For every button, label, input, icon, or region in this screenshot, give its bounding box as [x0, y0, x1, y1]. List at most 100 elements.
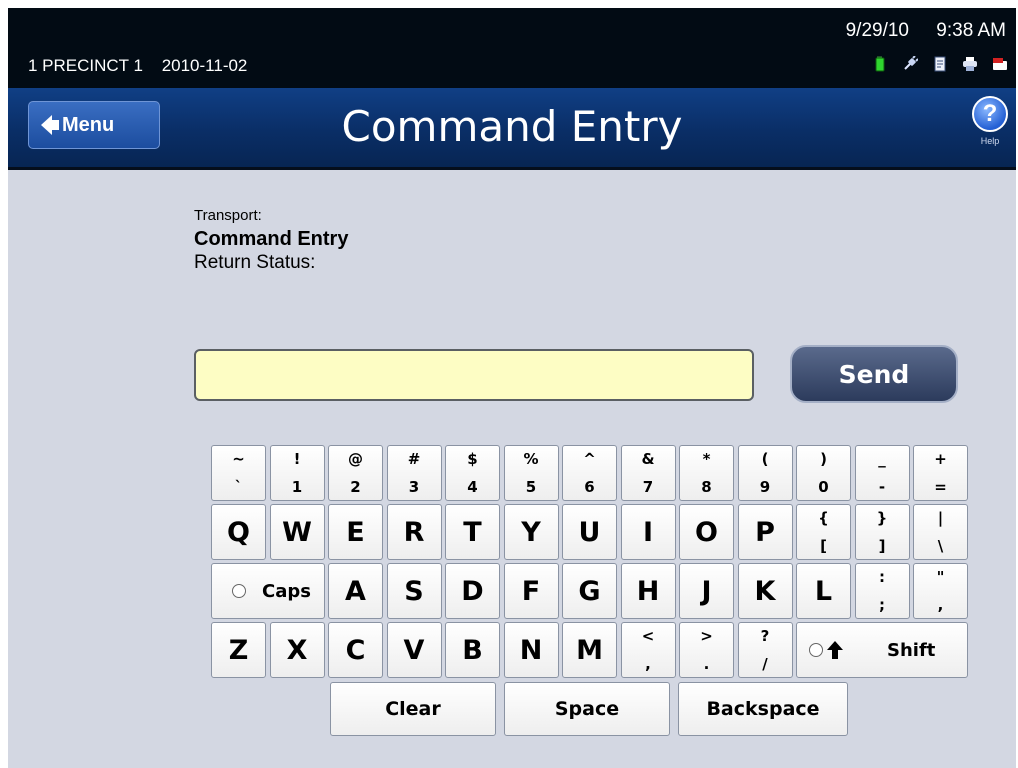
- key-d[interactable]: D: [445, 563, 500, 619]
- key-keyboard-row1-4[interactable]: $4: [445, 445, 500, 501]
- key-base-symbol: ]: [878, 537, 886, 555]
- key-base-symbol: 0: [818, 478, 829, 496]
- key-label: I: [642, 516, 654, 548]
- key-keyboard-row1-5[interactable]: % 5: [503, 445, 559, 501]
- key-keyboard-row1-9[interactable]: (9: [737, 445, 793, 501]
- key-v[interactable]: V: [386, 622, 442, 678]
- key-j[interactable]: J: [679, 563, 734, 619]
- space-label: Space: [554, 698, 620, 720]
- key-b[interactable]: B: [445, 622, 500, 678]
- key-keyboard-row2_dual-0[interactable]: {[: [796, 504, 851, 560]
- key-label: P: [755, 516, 775, 548]
- key-shift-symbol: &: [641, 450, 655, 468]
- election-date: 2010-11-02: [161, 56, 248, 75]
- key-g[interactable]: G: [562, 563, 617, 619]
- key-keyboard-row1-12[interactable]: + =: [913, 445, 968, 501]
- key-label: Q: [227, 516, 250, 548]
- key-label: A: [345, 575, 366, 607]
- key-keyboard-row1-0[interactable]: ~ `: [211, 445, 266, 501]
- current-time: 9:38 AM: [936, 20, 1006, 41]
- key-base-symbol: 3: [408, 478, 420, 496]
- clear-label: Clear: [385, 698, 441, 720]
- caps-lock-key[interactable]: Caps: [211, 563, 325, 619]
- key-o[interactable]: O: [679, 504, 734, 560]
- precinct-info: 1 PRECINCT 1 2010-11-02: [28, 56, 247, 76]
- key-u[interactable]: U: [562, 504, 617, 560]
- key-keyboard-row1-3[interactable]: #3: [386, 445, 442, 501]
- key-shift-symbol: :: [879, 568, 885, 586]
- key-keyboard-row4_dual-2[interactable]: ? /: [737, 622, 793, 678]
- key-l[interactable]: L: [796, 563, 851, 619]
- key-keyboard-row4_dual-0[interactable]: <,: [620, 622, 676, 678]
- key-shift-symbol: %: [523, 450, 539, 468]
- key-label: B: [462, 634, 483, 666]
- key-label: G: [578, 575, 601, 607]
- key-base-symbol: /: [762, 655, 768, 673]
- key-keyboard-row1-2[interactable]: @2: [328, 445, 383, 501]
- key-shift-symbol: {: [818, 509, 829, 527]
- key-a[interactable]: A: [328, 563, 383, 619]
- key-t[interactable]: T: [445, 504, 500, 560]
- key-keyboard-row1-8[interactable]: * 8: [679, 445, 734, 501]
- key-k[interactable]: K: [737, 563, 793, 619]
- key-h[interactable]: H: [620, 563, 676, 619]
- key-f[interactable]: F: [503, 563, 559, 619]
- key-base-symbol: -: [878, 478, 886, 496]
- key-q[interactable]: Q: [211, 504, 266, 560]
- key-keyboard-row1-7[interactable]: & 7: [620, 445, 676, 501]
- key-label: F: [521, 575, 541, 607]
- clear-key[interactable]: Clear: [330, 682, 496, 736]
- key-s[interactable]: S: [386, 563, 442, 619]
- key-label: H: [636, 575, 660, 607]
- key-base-symbol: 9: [759, 478, 771, 496]
- key-c[interactable]: C: [328, 622, 383, 678]
- key-label: R: [403, 516, 425, 548]
- key-keyboard-row1-11[interactable]: _ -: [854, 445, 910, 501]
- key-i[interactable]: I: [620, 504, 676, 560]
- key-keyboard-row1-1[interactable]: ! 1: [269, 445, 325, 501]
- key-base-symbol: ,: [645, 655, 651, 673]
- battery-icon: [875, 56, 885, 72]
- key-base-symbol: ,: [937, 596, 944, 614]
- date-time: 9/29/10 9:38 AM: [846, 20, 1006, 42]
- help-label: Help: [980, 136, 1000, 146]
- key-w[interactable]: W: [269, 504, 325, 560]
- current-date: 9/29/10: [845, 20, 909, 41]
- send-button[interactable]: Send: [790, 345, 958, 403]
- key-e[interactable]: E: [328, 504, 383, 560]
- key-keyboard-row3_dual-1[interactable]: ",: [913, 563, 968, 619]
- help-button[interactable]: ? Help: [970, 96, 1010, 154]
- key-keyboard-row4_dual-1[interactable]: >.: [679, 622, 734, 678]
- key-base-symbol: `: [234, 478, 243, 496]
- key-x[interactable]: X: [269, 622, 325, 678]
- shift-label: Shift: [887, 639, 936, 661]
- key-n[interactable]: N: [503, 622, 559, 678]
- key-base-symbol: 6: [584, 478, 595, 496]
- shift-key[interactable]: Shift: [796, 622, 968, 678]
- precinct-label: 1 PRECINCT 1: [28, 56, 143, 75]
- key-keyboard-row2_dual-2[interactable]: | \: [913, 504, 968, 560]
- key-shift-symbol: (: [761, 450, 769, 468]
- key-m[interactable]: M: [562, 622, 617, 678]
- key-keyboard-row1-6[interactable]: ^ 6: [562, 445, 617, 501]
- status-bar: 1 PRECINCT 1 2010-11-02 9/29/10 9:38 AM: [8, 8, 1016, 88]
- key-z[interactable]: Z: [211, 622, 266, 678]
- page-title: Command Entry: [341, 102, 683, 151]
- key-shift-symbol: +: [934, 450, 947, 468]
- backspace-label: Backspace: [706, 698, 820, 720]
- key-p[interactable]: P: [737, 504, 793, 560]
- key-shift-symbol: <: [641, 627, 655, 645]
- key-y[interactable]: Y: [503, 504, 559, 560]
- key-label: V: [403, 634, 425, 666]
- status-icons: [872, 56, 1008, 72]
- key-shift-symbol: #: [407, 450, 421, 468]
- backspace-key[interactable]: Backspace: [678, 682, 848, 736]
- key-keyboard-row1-10[interactable]: ) 0: [796, 445, 851, 501]
- space-key[interactable]: Space: [504, 682, 670, 736]
- key-keyboard-row3_dual-0[interactable]: :;: [854, 563, 910, 619]
- key-keyboard-row2_dual-1[interactable]: }]: [854, 504, 910, 560]
- key-shift-symbol: !: [293, 450, 301, 468]
- command-input[interactable]: [194, 349, 754, 401]
- key-label: L: [814, 575, 833, 607]
- key-r[interactable]: R: [386, 504, 442, 560]
